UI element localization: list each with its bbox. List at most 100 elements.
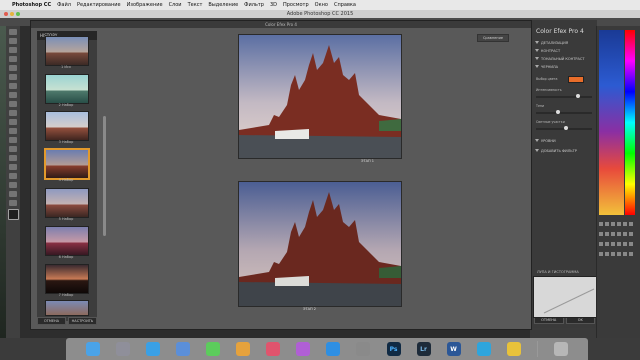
- filter-item[interactable]: ДЕТАЛИЗАЦИЯ: [535, 40, 593, 46]
- stamp-tool-icon[interactable]: [9, 101, 17, 107]
- blur-tool-icon[interactable]: [9, 137, 17, 143]
- minimize-window-button[interactable]: [10, 12, 14, 16]
- menu-app-name[interactable]: Photoshop CC: [12, 0, 51, 10]
- settings-icon[interactable]: [356, 342, 371, 356]
- swatch[interactable]: [599, 232, 603, 236]
- swatch[interactable]: [605, 222, 609, 226]
- swatch[interactable]: [599, 222, 603, 226]
- section-levels[interactable]: УРОВНИ: [535, 138, 593, 144]
- history-thumb[interactable]: [45, 111, 89, 141]
- hand-tool-icon[interactable]: [9, 191, 17, 197]
- menu-item-window[interactable]: Окно: [315, 0, 328, 10]
- slider-knob[interactable]: [576, 94, 580, 98]
- intensity-slider[interactable]: [536, 94, 592, 98]
- menu-item-3d[interactable]: 3D: [270, 0, 277, 10]
- swatch[interactable]: [629, 252, 633, 256]
- menu-item-edit[interactable]: Редактирование: [77, 0, 121, 10]
- menu-item-select[interactable]: Выделение: [208, 0, 238, 10]
- swatch[interactable]: [623, 222, 627, 226]
- swatch[interactable]: [605, 242, 609, 246]
- trash-icon[interactable]: [553, 342, 568, 356]
- photos-icon[interactable]: [236, 342, 251, 356]
- filter-item[interactable]: КОНТРАСТ: [535, 48, 593, 54]
- swatch[interactable]: [629, 222, 633, 226]
- zoom-tool-icon[interactable]: [9, 200, 17, 206]
- messages-icon[interactable]: [206, 342, 221, 356]
- menu-item-file[interactable]: Файл: [57, 0, 71, 10]
- app-store-icon[interactable]: [326, 342, 341, 356]
- shape-tool-icon[interactable]: [9, 182, 17, 188]
- menu-item-help[interactable]: Справка: [334, 0, 356, 10]
- history-thumb[interactable]: [45, 226, 89, 256]
- crop-tool-icon[interactable]: [9, 65, 17, 71]
- eraser-tool-icon[interactable]: [9, 119, 17, 125]
- menu-item-layers[interactable]: Слои: [169, 0, 182, 10]
- type-tool-icon[interactable]: [9, 164, 17, 170]
- move-tool-icon[interactable]: [9, 29, 17, 35]
- marquee-tool-icon[interactable]: [9, 38, 17, 44]
- music-icon[interactable]: [266, 342, 281, 356]
- filter-item[interactable]: ЧЕРНИЛА: [535, 64, 593, 70]
- close-window-button[interactable]: [4, 12, 8, 16]
- swatch[interactable]: [611, 252, 615, 256]
- filter-item[interactable]: ТОНАЛЬНЫЙ КОНТРАСТ: [535, 56, 593, 62]
- history-thumb[interactable]: [45, 264, 89, 294]
- color-picker-swatch[interactable]: [568, 76, 584, 83]
- path-select-tool-icon[interactable]: [9, 173, 17, 179]
- swatch[interactable]: [605, 252, 609, 256]
- healing-tool-icon[interactable]: [9, 83, 17, 89]
- history-brush-tool-icon[interactable]: [9, 110, 17, 116]
- swatch[interactable]: [629, 242, 633, 246]
- chrome-icon[interactable]: [506, 342, 521, 356]
- swatch[interactable]: [611, 232, 615, 236]
- brush-tool-icon[interactable]: [9, 92, 17, 98]
- safari-icon[interactable]: [146, 342, 161, 356]
- photoshop-icon[interactable]: Ps: [386, 342, 401, 356]
- telegram-icon[interactable]: [476, 342, 491, 356]
- swatch[interactable]: [617, 232, 621, 236]
- history-thumb[interactable]: [45, 74, 89, 104]
- swatch[interactable]: [605, 232, 609, 236]
- lightroom-icon[interactable]: Lr: [416, 342, 431, 356]
- history-thumb[interactable]: [45, 188, 89, 218]
- itunes-icon[interactable]: [296, 342, 311, 356]
- swatch[interactable]: [617, 242, 621, 246]
- hue-slider[interactable]: [625, 30, 635, 215]
- foreground-color-swatch[interactable]: [7, 209, 19, 220]
- launchpad-icon[interactable]: [116, 342, 131, 356]
- menu-item-type[interactable]: Текст: [188, 0, 203, 10]
- dodge-tool-icon[interactable]: [9, 146, 17, 152]
- compare-button[interactable]: Сравнение: [477, 34, 509, 42]
- lasso-tool-icon[interactable]: [9, 47, 17, 53]
- history-thumb[interactable]: [45, 36, 89, 66]
- highlights-slider[interactable]: [536, 126, 592, 130]
- swatch[interactable]: [611, 242, 615, 246]
- filmstrip-scrollbar[interactable]: [103, 116, 106, 236]
- menu-item-image[interactable]: Изображение: [127, 0, 163, 10]
- shadows-slider[interactable]: [536, 110, 592, 114]
- history-thumb[interactable]: [45, 300, 89, 316]
- word-icon[interactable]: W: [446, 342, 461, 356]
- swatch[interactable]: [611, 222, 615, 226]
- configure-filmstrip-button[interactable]: НАСТРОИТЬ: [68, 317, 97, 325]
- menu-item-filter[interactable]: Фильтр: [244, 0, 264, 10]
- eyedropper-tool-icon[interactable]: [9, 74, 17, 80]
- preview-image-bottom[interactable]: [238, 181, 402, 307]
- zoom-window-button[interactable]: [16, 12, 20, 16]
- mail-icon[interactable]: [176, 342, 191, 356]
- preview-image-top[interactable]: [238, 34, 402, 159]
- swatch[interactable]: [599, 242, 603, 246]
- swatch[interactable]: [623, 252, 627, 256]
- slider-knob[interactable]: [564, 126, 568, 130]
- swatch[interactable]: [629, 232, 633, 236]
- finder-icon[interactable]: [86, 342, 101, 356]
- history-thumb-selected[interactable]: [45, 149, 89, 179]
- cancel-filmstrip-button[interactable]: ОТМЕНА: [37, 317, 66, 325]
- swatch[interactable]: [617, 252, 621, 256]
- swatch[interactable]: [617, 222, 621, 226]
- swatch[interactable]: [623, 242, 627, 246]
- swatch[interactable]: [599, 252, 603, 256]
- quick-select-tool-icon[interactable]: [9, 56, 17, 62]
- gradient-tool-icon[interactable]: [9, 128, 17, 134]
- slider-knob[interactable]: [556, 110, 560, 114]
